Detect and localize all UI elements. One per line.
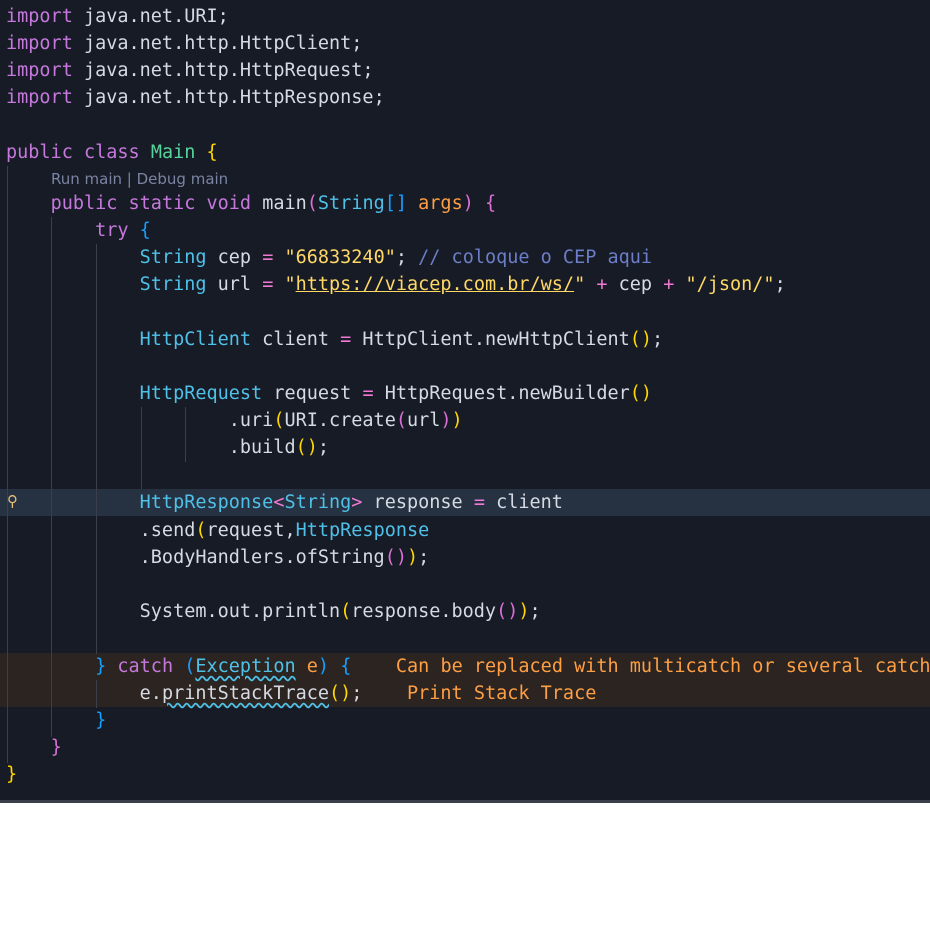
code-line-main-decl[interactable]: public static void main(String[] args) { xyxy=(6,190,497,217)
code-line-catch[interactable]: } catch (Exception e) { Can be replaced … xyxy=(6,653,930,680)
code-line-printstacktrace[interactable]: e.printStackTrace(); Print Stack Trace xyxy=(6,680,597,707)
editor-bottom-border xyxy=(0,800,930,803)
debug-main-link[interactable]: Debug main xyxy=(137,170,229,188)
code-line-import-httpresponse[interactable]: import java.net.http.HttpResponse; xyxy=(6,84,385,111)
code-line-close-catch[interactable]: } xyxy=(6,707,106,734)
code-line-cep[interactable]: String cep = "66833240"; // coloque o CE… xyxy=(6,244,652,271)
code-line-import-httprequest[interactable]: import java.net.http.HttpRequest; xyxy=(6,57,374,84)
code-line-request-uri[interactable]: .uri(URI.create(url)) xyxy=(6,407,463,434)
url-link[interactable]: https://viacep.com.br/ws/ xyxy=(296,274,574,295)
code-line-client[interactable]: HttpClient client = HttpClient.newHttpCl… xyxy=(6,326,664,353)
code-editor[interactable]: import java.net.URI; import java.net.htt… xyxy=(0,0,930,803)
code-line-request-build[interactable]: .build(); xyxy=(6,434,329,461)
code-line-bodyhandlers[interactable]: .BodyHandlers.ofString()); xyxy=(6,544,430,571)
code-line-response[interactable]: HttpResponse<String> response = client xyxy=(6,489,563,516)
inline-hint-catch: Can be replaced with multicatch or sever… xyxy=(395,656,930,677)
code-line-class-decl[interactable]: public class Main { xyxy=(6,139,218,166)
code-line-import-uri[interactable]: import java.net.URI; xyxy=(6,3,229,30)
code-line-url[interactable]: String url = "https://viacep.com.br/ws/"… xyxy=(6,271,786,298)
code-line-close-method[interactable]: } xyxy=(6,734,62,761)
code-line-try[interactable]: try { xyxy=(6,217,151,244)
code-line-close-class[interactable]: } xyxy=(6,761,17,788)
code-line-import-httpclient[interactable]: import java.net.http.HttpClient; xyxy=(6,30,362,57)
codelens: Run main | Debug main xyxy=(51,170,229,188)
code-line-request[interactable]: HttpRequest request = HttpRequest.newBui… xyxy=(6,380,652,407)
code-line-println[interactable]: System.out.println(response.body()); xyxy=(6,598,541,625)
inline-hint-print: Print Stack Trace xyxy=(407,683,597,704)
code-line-send[interactable]: .send(request,HttpResponse xyxy=(6,517,430,544)
run-main-link[interactable]: Run main xyxy=(51,170,122,188)
